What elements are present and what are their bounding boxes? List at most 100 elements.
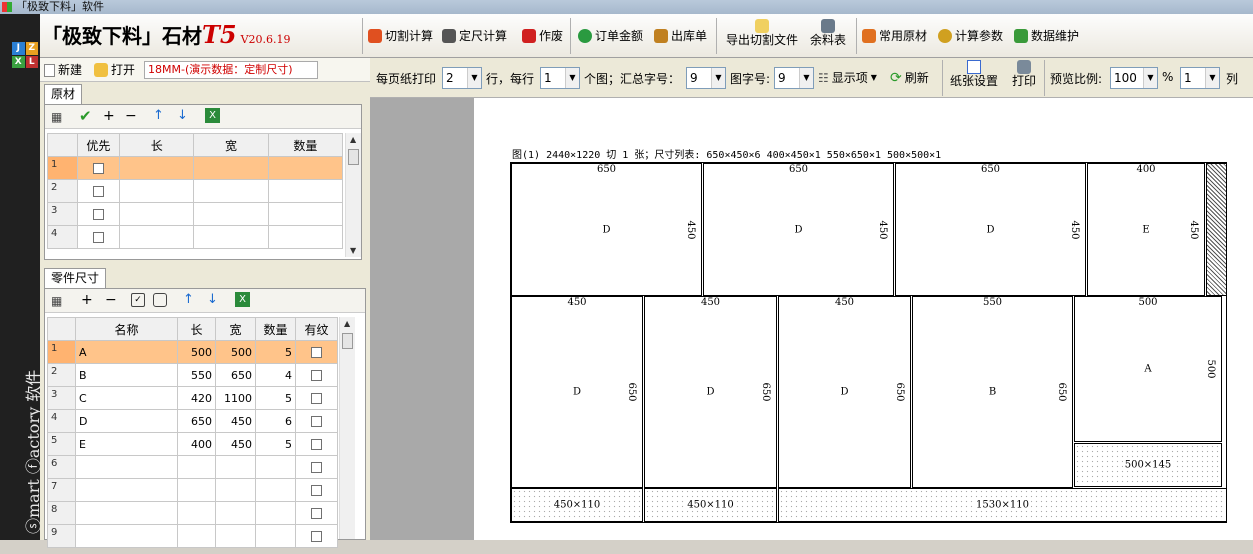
priority-checkbox[interactable] [92, 186, 104, 197]
part-qty-cell[interactable] [255, 501, 296, 525]
remove-icon[interactable]: − [105, 292, 117, 308]
table-row[interactable]: 7 [47, 478, 338, 502]
priority-checkbox[interactable] [92, 232, 104, 243]
cut-calc-button[interactable]: 切割计算 [368, 26, 433, 46]
scroll-up-icon[interactable]: ▲ [350, 135, 356, 144]
table-cell[interactable] [267, 156, 344, 180]
column-header[interactable]: 长 [119, 133, 195, 157]
rows-select[interactable]: 1 ▼ [540, 67, 580, 89]
part-length-cell[interactable]: 500 [177, 340, 216, 364]
part-qty-cell[interactable] [255, 478, 296, 502]
calc-params-button[interactable]: 计算参数 [938, 26, 1003, 46]
part-qty-cell[interactable] [255, 524, 296, 548]
priority-checkbox[interactable] [92, 163, 104, 174]
table-cell[interactable] [119, 202, 195, 226]
part-name-cell[interactable] [75, 524, 178, 548]
void-button[interactable]: 作废 [522, 26, 563, 46]
column-header[interactable]: 宽 [193, 133, 269, 157]
column-header[interactable]: 数量 [255, 317, 296, 341]
add-icon[interactable]: + [103, 108, 115, 124]
part-name-cell[interactable] [75, 478, 178, 502]
new-button[interactable]: 新建 [44, 60, 82, 80]
part-width-cell[interactable] [215, 524, 256, 548]
part-width-cell[interactable]: 450 [215, 432, 256, 456]
table-row[interactable]: 6 [47, 455, 338, 479]
export-cut-button[interactable]: 导出切割文件 [726, 19, 798, 55]
order-amount-button[interactable]: 订单金额 [578, 26, 643, 46]
table-row[interactable]: 4 [47, 225, 344, 249]
column-header[interactable]: 宽 [215, 317, 256, 341]
part-name-cell[interactable] [75, 501, 178, 525]
table-cell[interactable] [119, 225, 195, 249]
arrow-down-icon[interactable]: ↓ [207, 292, 218, 307]
print-button[interactable]: 打印 [1012, 60, 1036, 96]
table-row[interactable]: 2 [47, 179, 344, 203]
table-icon[interactable]: ▦ [51, 294, 62, 308]
refresh-button[interactable]: ⟳ 刷新 [890, 68, 929, 88]
part-width-cell[interactable]: 1100 [215, 386, 256, 410]
table-cell[interactable] [193, 225, 269, 249]
grain-checkbox[interactable] [311, 485, 322, 496]
part-length-cell[interactable]: 550 [177, 363, 216, 387]
part-width-cell[interactable]: 500 [215, 340, 256, 364]
table-row[interactable]: 8 [47, 501, 338, 525]
table-row[interactable]: 5 E 400 450 5 [47, 432, 338, 456]
table-row[interactable]: 4 D 650 450 6 [47, 409, 338, 433]
table-cell[interactable] [119, 179, 195, 203]
scroll-thumb[interactable] [348, 149, 359, 165]
paper-setup-button[interactable]: 纸张设置 [950, 60, 998, 96]
part-width-cell[interactable]: 650 [215, 363, 256, 387]
scroll-down-icon[interactable]: ▼ [350, 246, 356, 255]
deselect-icon[interactable] [153, 293, 167, 307]
grain-checkbox[interactable] [311, 370, 322, 381]
part-qty-cell[interactable]: 5 [255, 386, 296, 410]
table-cell[interactable] [267, 179, 344, 203]
summary-font-select[interactable]: 9 ▼ [686, 67, 726, 89]
part-name-cell[interactable] [75, 455, 178, 479]
grain-checkbox[interactable] [311, 393, 322, 404]
part-name-cell[interactable]: D [75, 409, 178, 433]
part-length-cell[interactable]: 650 [177, 409, 216, 433]
grain-checkbox[interactable] [311, 508, 322, 519]
grain-checkbox[interactable] [311, 347, 322, 358]
part-length-cell[interactable] [177, 524, 216, 548]
common-material-button[interactable]: 常用原材 [862, 26, 927, 46]
table-cell[interactable] [119, 156, 195, 180]
data-maint-button[interactable]: 数据维护 [1014, 26, 1079, 46]
column-header[interactable]: 有纹 [295, 317, 338, 341]
tab-raw-material[interactable]: 原材 [44, 84, 83, 104]
part-name-cell[interactable]: E [75, 432, 178, 456]
table-row[interactable]: 9 [47, 524, 338, 548]
parts-table-scrollbar[interactable]: ▲ [339, 317, 355, 539]
table-cell[interactable] [193, 179, 269, 203]
outbound-button[interactable]: 出库单 [654, 26, 707, 46]
part-qty-cell[interactable]: 5 [255, 340, 296, 364]
excel-icon[interactable]: X [205, 108, 220, 123]
table-row[interactable]: 1 A 500 500 5 [47, 340, 338, 364]
part-length-cell[interactable]: 400 [177, 432, 216, 456]
column-header[interactable]: 优先 [76, 133, 121, 157]
column-header[interactable]: 数量 [267, 133, 344, 157]
table-row[interactable]: 1 [47, 156, 344, 180]
part-name-cell[interactable]: A [75, 340, 178, 364]
part-qty-cell[interactable] [255, 455, 296, 479]
part-width-cell[interactable] [215, 455, 256, 479]
table-row[interactable]: 3 [47, 202, 344, 226]
table-row[interactable]: 2 B 550 650 4 [47, 363, 338, 387]
part-name-cell[interactable]: B [75, 363, 178, 387]
table-cell[interactable] [267, 225, 344, 249]
column-header[interactable]: 名称 [75, 317, 178, 341]
table-cell[interactable] [193, 156, 269, 180]
arrow-up-icon[interactable]: ↑ [183, 292, 194, 307]
table-icon[interactable]: ▦ [51, 110, 62, 124]
priority-checkbox[interactable] [92, 209, 104, 220]
raw-table-scrollbar[interactable]: ▲ ▼ [345, 133, 361, 257]
grain-checkbox[interactable] [311, 531, 322, 542]
excel-icon[interactable]: X [235, 292, 250, 307]
figure-font-select[interactable]: 9 ▼ [774, 67, 814, 89]
columns-select[interactable]: 1 ▼ [1180, 67, 1220, 89]
column-header[interactable]: 长 [177, 317, 216, 341]
part-length-cell[interactable] [177, 501, 216, 525]
display-items-button[interactable]: ☷ 显示项 ▼ [818, 68, 877, 88]
part-width-cell[interactable] [215, 478, 256, 502]
